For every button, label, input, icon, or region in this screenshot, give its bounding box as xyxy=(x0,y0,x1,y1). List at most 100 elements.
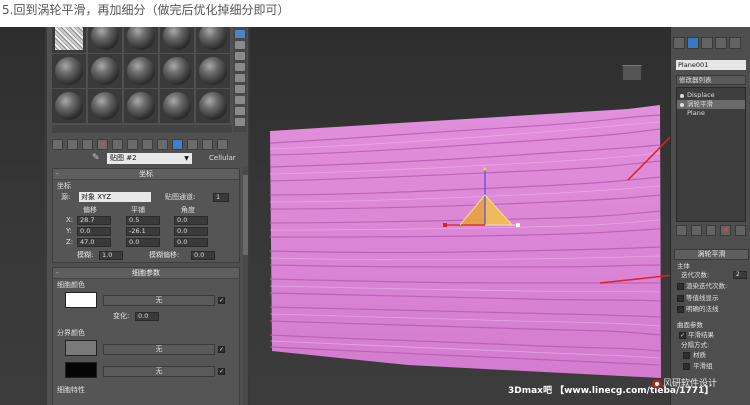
blur-field[interactable]: 1.0 xyxy=(99,251,123,260)
x-offset-field[interactable]: 28.7 xyxy=(77,216,111,225)
modifier-list-dropdown[interactable]: 修改器列表 xyxy=(676,75,746,85)
material-slot[interactable] xyxy=(52,89,86,123)
scrollbar-thumb[interactable] xyxy=(243,175,248,255)
put-to-library-icon[interactable] xyxy=(142,138,153,150)
division-map-button-1[interactable]: 无 xyxy=(103,344,215,355)
smoothing-groups-checkbox[interactable] xyxy=(683,363,690,370)
coordinates-rollout: - 坐标 坐标 源: 对象 XYZ 贴图通道: 1 偏移 平铺 角度 X: 28.… xyxy=(52,168,240,263)
go-to-parent-icon[interactable] xyxy=(202,138,213,150)
background-icon[interactable] xyxy=(235,52,245,60)
material-slot[interactable] xyxy=(124,27,158,53)
cell-color-swatch[interactable] xyxy=(65,292,97,308)
make-unique-icon[interactable] xyxy=(127,138,138,150)
turbosmooth-rollout-header[interactable]: 涡轮平滑 xyxy=(674,249,749,260)
division-color-swatch-2[interactable] xyxy=(65,362,97,378)
create-tab-icon[interactable] xyxy=(673,37,685,49)
motion-tab-icon[interactable] xyxy=(715,37,727,49)
sample-type-icon[interactable] xyxy=(235,30,245,38)
group-label: 坐标 xyxy=(57,182,71,190)
modify-tab-icon[interactable] xyxy=(687,37,699,49)
configure-sets-icon[interactable] xyxy=(735,225,746,236)
material-slot[interactable] xyxy=(88,27,122,53)
division-map-checkbox-2[interactable]: ✓ xyxy=(218,368,225,375)
iterations-field[interactable]: 2 xyxy=(733,271,747,279)
y-offset-field[interactable]: 0.0 xyxy=(77,227,111,236)
material-slot[interactable] xyxy=(52,27,86,53)
put-to-scene-icon[interactable] xyxy=(67,138,78,150)
division-color-swatch-1[interactable] xyxy=(65,340,97,356)
material-slot[interactable] xyxy=(88,89,122,123)
material-slot[interactable] xyxy=(196,54,230,88)
show-end-result-icon[interactable] xyxy=(690,225,702,236)
material-slot[interactable] xyxy=(196,27,230,53)
cell-color-map-button[interactable]: 无 xyxy=(103,295,215,306)
options-icon[interactable] xyxy=(235,96,245,104)
x-tiling-field[interactable]: 0.5 xyxy=(126,216,160,225)
material-slot[interactable] xyxy=(160,27,194,53)
display-tab-icon[interactable] xyxy=(729,37,741,49)
variation-label: 变化: xyxy=(113,312,130,320)
material-slot[interactable] xyxy=(160,89,194,123)
backlight-icon[interactable] xyxy=(235,41,245,49)
cell-parameters-rollout-header[interactable]: - 细胞参数 xyxy=(53,268,239,279)
variation-field[interactable]: 0.0 xyxy=(135,312,159,321)
eyedropper-icon[interactable]: ✎ xyxy=(92,153,100,163)
go-forward-icon[interactable] xyxy=(217,138,228,150)
division-map-checkbox-1[interactable]: ✓ xyxy=(218,346,225,353)
material-id-icon[interactable] xyxy=(157,138,168,150)
rollout-scrollbar[interactable] xyxy=(243,167,248,405)
select-by-material-icon[interactable] xyxy=(235,107,245,115)
make-preview-icon[interactable] xyxy=(235,85,245,93)
show-end-result-icon[interactable] xyxy=(187,138,198,150)
pin-stack-icon[interactable] xyxy=(676,225,687,236)
channel-field[interactable]: 1 xyxy=(213,193,229,202)
displaced-plane[interactable] xyxy=(268,103,663,378)
chevron-down-icon[interactable]: ▼ xyxy=(182,154,191,163)
z-offset-field[interactable]: 47.0 xyxy=(77,238,111,247)
rollout-title: 坐标 xyxy=(139,170,153,178)
smooth-result-label: 平滑结果 xyxy=(688,331,714,339)
show-map-icon[interactable] xyxy=(172,138,183,150)
isoline-checkbox[interactable] xyxy=(677,295,684,302)
division-map-button-2[interactable]: 无 xyxy=(103,366,215,377)
source-dropdown[interactable]: 对象 XYZ xyxy=(79,192,151,202)
smooth-result-checkbox[interactable]: ✓ xyxy=(679,332,686,339)
z-tiling-field[interactable]: 0.0 xyxy=(126,238,160,247)
cell-color-map-checkbox[interactable]: ✓ xyxy=(218,297,225,304)
slot-scroll[interactable] xyxy=(52,125,232,133)
navigator-icon[interactable] xyxy=(235,118,245,126)
stack-item-turbosmooth[interactable]: 涡轮平滑 xyxy=(677,100,745,109)
material-slot[interactable] xyxy=(88,54,122,88)
copy-material-icon[interactable] xyxy=(112,138,123,150)
reset-map-icon[interactable]: ✕ xyxy=(97,138,108,150)
transform-gizmo[interactable] xyxy=(440,167,530,237)
map-type-button[interactable]: Cellular xyxy=(209,153,236,164)
material-slot[interactable] xyxy=(52,54,86,88)
render-iterations-checkbox[interactable] xyxy=(677,283,684,290)
explicit-normals-checkbox[interactable] xyxy=(677,306,684,313)
coordinates-rollout-header[interactable]: - 坐标 xyxy=(53,169,239,180)
video-color-icon[interactable] xyxy=(235,74,245,82)
z-angle-field[interactable]: 0.0 xyxy=(174,238,208,247)
object-name-field[interactable]: Plane001 xyxy=(676,60,746,70)
stack-item-displace[interactable]: Displace xyxy=(677,91,745,100)
remove-modifier-icon[interactable]: ✕ xyxy=(720,225,732,236)
make-unique-icon[interactable] xyxy=(705,225,717,236)
map-name-field[interactable]: 贴图 #2 xyxy=(107,153,192,164)
uv-tiling-icon[interactable] xyxy=(235,63,245,71)
assign-to-selection-icon[interactable] xyxy=(82,138,93,150)
viewcube[interactable] xyxy=(622,65,642,81)
material-slot[interactable] xyxy=(160,54,194,88)
hierarchy-tab-icon[interactable] xyxy=(701,37,713,49)
render-iterations-label: 渲染迭代次数: xyxy=(686,282,728,290)
material-checkbox[interactable] xyxy=(683,352,690,359)
y-angle-field[interactable]: 0.0 xyxy=(174,227,208,236)
blur-offset-field[interactable]: 0.0 xyxy=(191,251,215,260)
material-slot[interactable] xyxy=(124,54,158,88)
stack-item-plane[interactable]: Plane xyxy=(677,109,745,118)
y-tiling-field[interactable]: -26.1 xyxy=(126,227,160,236)
get-material-icon[interactable] xyxy=(52,138,63,150)
x-angle-field[interactable]: 0.0 xyxy=(174,216,208,225)
material-slot[interactable] xyxy=(124,89,158,123)
material-slot[interactable] xyxy=(196,89,230,123)
